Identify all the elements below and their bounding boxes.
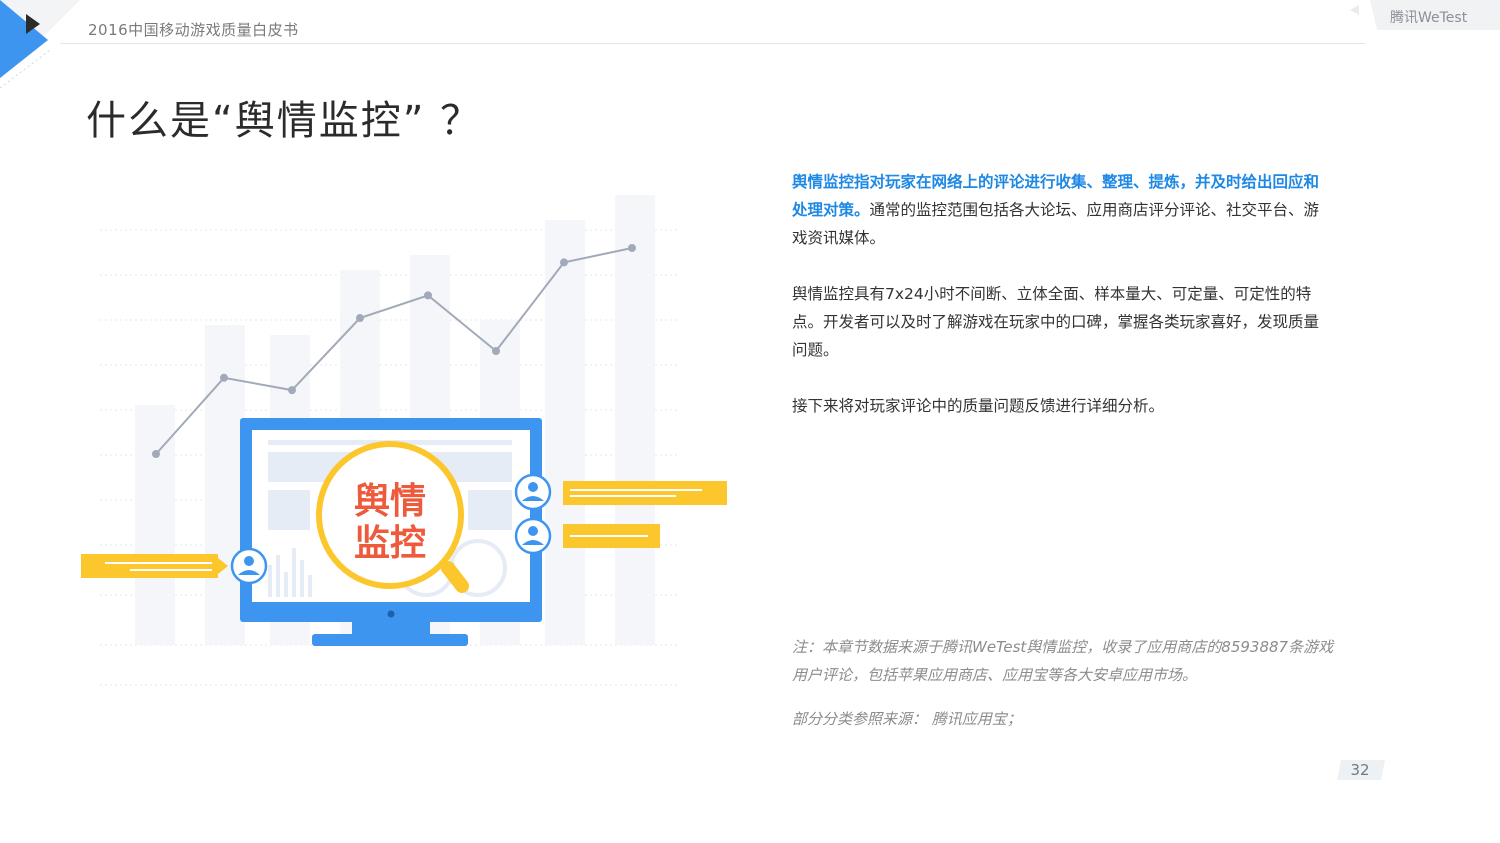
comment-bubble-right-1 [563,481,727,505]
definition-rest: 通常的监控范围包括各大论坛、应用商店评分评论、社交平台、游戏资讯媒体。 [792,201,1320,247]
paragraph-definition: 舆情监控指对玩家在网络上的评论进行收集、整理、提炼，并及时给出回应和处理对策。通… [792,168,1332,252]
trend-point-1 [152,450,160,458]
page-title: 什么是“舆情监控” ？ [86,98,483,144]
note-data-source: 注：本章节数据来源于腾讯WeTest舆情监控，收录了应用商店的8593887条游… [792,638,1334,684]
comment-bubble-right-2 [563,524,660,548]
comment-bubble-left [81,554,228,578]
trend-point-7 [560,258,568,267]
paragraph-features: 舆情监控具有7x24小时不间断、立体全面、样本量大、可定量、可定性的特点。开发者… [792,285,1320,359]
user-avatar-icon-1 [514,473,552,511]
monitoring-illustration: 舆情 监控 [81,195,727,686]
corner-logo [0,0,80,89]
source-notes: 注：本章节数据来源于腾讯WeTest舆情监控，收录了应用商店的8593887条游… [792,633,1337,749]
brand-label: 腾讯WeTest [1390,10,1468,26]
trend-point-5 [424,291,432,300]
paragraph-next: 接下来将对玩家评论中的质量问题反馈进行详细分析。 [792,397,1165,415]
page-number: 32 [1350,761,1370,779]
trend-point-8 [628,244,636,252]
trend-point-2 [220,373,228,382]
trend-point-6 [492,347,500,355]
trend-point-3 [288,386,296,395]
body-text: 舆情监控指对玩家在网络上的评论进行收集、整理、提炼，并及时给出回应和处理对策。通… [792,168,1332,448]
user-avatar-icon-2 [514,517,552,555]
user-avatar-icon-3 [230,547,268,585]
badge-text-line2: 监控 [354,523,426,564]
document-title: 2016中国移动游戏质量白皮书 [88,21,299,39]
header-divider [60,43,1365,44]
trend-point-4 [356,314,364,323]
badge-text-line1: 舆情 [354,481,426,522]
note-category-source: 部分分类参照来源： 腾讯应用宝； [792,710,1022,728]
magnifier-icon: 舆情 监控 [316,441,469,593]
